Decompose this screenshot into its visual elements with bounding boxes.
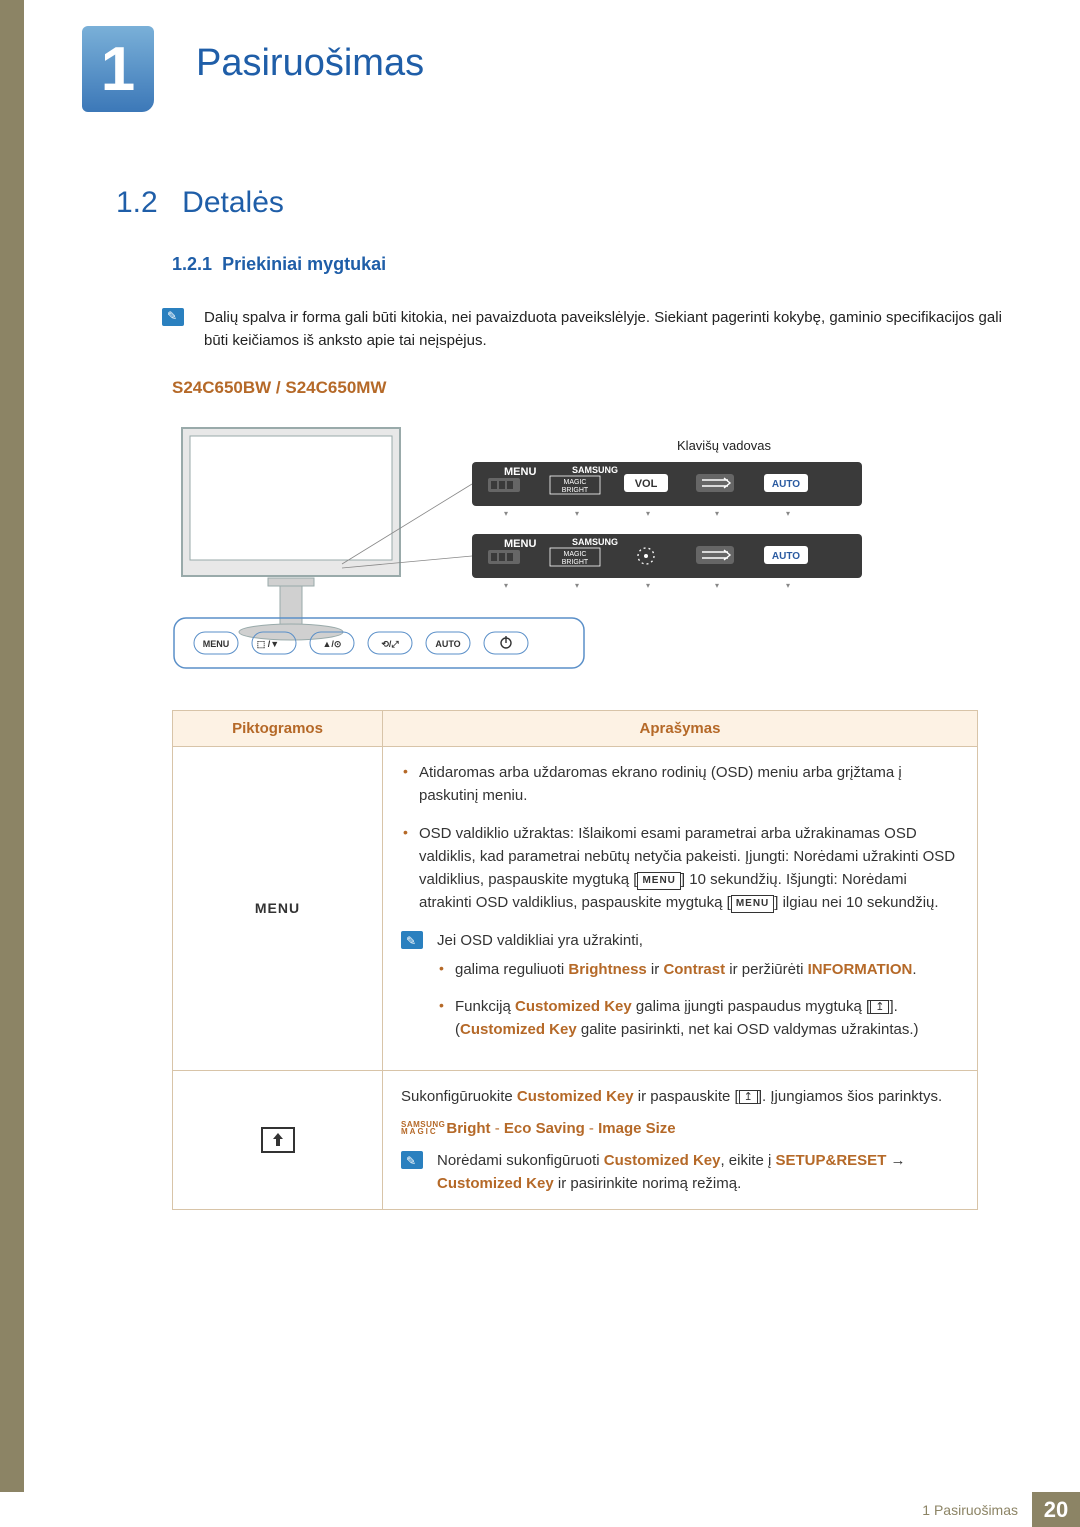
menu-tag-icon: MENU	[731, 895, 774, 913]
front-buttons-diagram: MENU ⬚ /▼ ▲/⊙ ⟲/⤢ AUTO Klavišų vadovas M…	[172, 418, 872, 708]
svg-text:AUTO: AUTO	[772, 479, 800, 490]
note-text: Dalių spalva ir forma gali būti kitokia,…	[204, 306, 1008, 353]
menu-tag-icon: MENU	[637, 872, 680, 890]
note-icon	[401, 1151, 423, 1169]
subsection-heading: 1.2.1 Priekiniai mygtukai	[172, 254, 386, 275]
row1-sub2: Funkciją Customized Key galima įjungti p…	[437, 995, 959, 1042]
samsung-magic-prefix: SAMSUNGMAGIC	[401, 1121, 445, 1135]
chapter-number-badge: 1	[82, 26, 154, 112]
svg-text:SAMSUNG: SAMSUNG	[572, 537, 618, 547]
section-title: Detalės	[182, 186, 284, 219]
svg-text:BRIGHT: BRIGHT	[562, 559, 589, 566]
row1-icon: MENU	[173, 747, 383, 1071]
side-accent-bar	[0, 0, 24, 1492]
svg-text:▲/⊙: ▲/⊙	[323, 639, 342, 649]
row2-subnote: Norėdami sukonfigūruoti Customized Key, …	[401, 1149, 959, 1196]
row1-sub1: galima reguliuoti Brightness ir Contrast…	[437, 958, 959, 981]
info-note: Dalių spalva ir forma gali būti kitokia,…	[166, 306, 1008, 353]
section-heading: 1.2 Detalės	[116, 186, 284, 220]
row1-subnote: Jei OSD valdikliai yra užrakinti, galima…	[401, 929, 959, 1042]
note-icon	[401, 931, 423, 949]
svg-text:Klavišų vadovas: Klavišų vadovas	[677, 438, 771, 453]
chapter-title: Pasiruošimas	[196, 42, 424, 85]
svg-text:MENU: MENU	[504, 538, 536, 550]
col-icons: Piktogramos	[173, 711, 383, 747]
svg-text:MENU: MENU	[504, 466, 536, 478]
up-key-icon: ↥	[870, 1000, 889, 1014]
model-heading: S24C650BW / S24C650MW	[172, 378, 386, 398]
up-key-icon: ↥	[739, 1090, 758, 1104]
svg-text:AUTO: AUTO	[772, 551, 800, 562]
up-key-icon	[261, 1127, 295, 1153]
svg-text:SAMSUNG: SAMSUNG	[572, 465, 618, 475]
note-icon	[162, 308, 184, 326]
svg-text:▾: ▾	[504, 581, 508, 590]
svg-text:MAGIC: MAGIC	[564, 479, 587, 486]
row2-desc: Sukonfigūruokite Customized Key ir paspa…	[383, 1070, 978, 1210]
svg-text:▾: ▾	[646, 509, 650, 518]
row1-bullet1: Atidaromas arba uždaromas ekrano rodinių…	[401, 761, 959, 808]
svg-text:▾: ▾	[575, 581, 579, 590]
col-desc: Aprašymas	[383, 711, 978, 747]
svg-text:▾: ▾	[786, 581, 790, 590]
subsection-number: 1.2.1	[172, 254, 212, 274]
table-row: MENU Atidaromas arba uždaromas ekrano ro…	[173, 747, 978, 1071]
row1-bullet2: OSD valdiklio užraktas: Išlaikomi esami …	[401, 822, 959, 915]
svg-text:⟲/⤢: ⟲/⤢	[381, 639, 398, 649]
subsection-title: Priekiniai mygtukai	[222, 254, 386, 274]
svg-text:MAGIC: MAGIC	[564, 551, 587, 558]
page-footer: 1 Pasiruošimas 20	[0, 1492, 1080, 1527]
svg-text:▾: ▾	[575, 509, 579, 518]
table-row: Sukonfigūruokite Customized Key ir paspa…	[173, 1070, 978, 1210]
row1-desc: Atidaromas arba uždaromas ekrano rodinių…	[383, 747, 978, 1071]
svg-text:AUTO: AUTO	[435, 639, 460, 649]
svg-text:BRIGHT: BRIGHT	[562, 487, 589, 494]
page-number: 20	[1032, 1492, 1080, 1527]
svg-text:▾: ▾	[715, 581, 719, 590]
svg-text:VOL: VOL	[635, 478, 658, 490]
footer-chapter-ref: 1 Pasiruošimas	[922, 1492, 1032, 1527]
svg-text:▾: ▾	[646, 581, 650, 590]
row2-icon	[173, 1070, 383, 1210]
svg-text:▾: ▾	[504, 509, 508, 518]
svg-text:⬚ /▼: ⬚ /▼	[257, 639, 279, 649]
chapter-number: 1	[101, 34, 135, 105]
buttons-description-table: Piktogramos Aprašymas MENU Atidaromas ar…	[172, 710, 978, 1210]
svg-text:▾: ▾	[715, 509, 719, 518]
section-number: 1.2	[116, 186, 158, 219]
svg-text:▾: ▾	[786, 509, 790, 518]
svg-text:MENU: MENU	[203, 639, 230, 649]
